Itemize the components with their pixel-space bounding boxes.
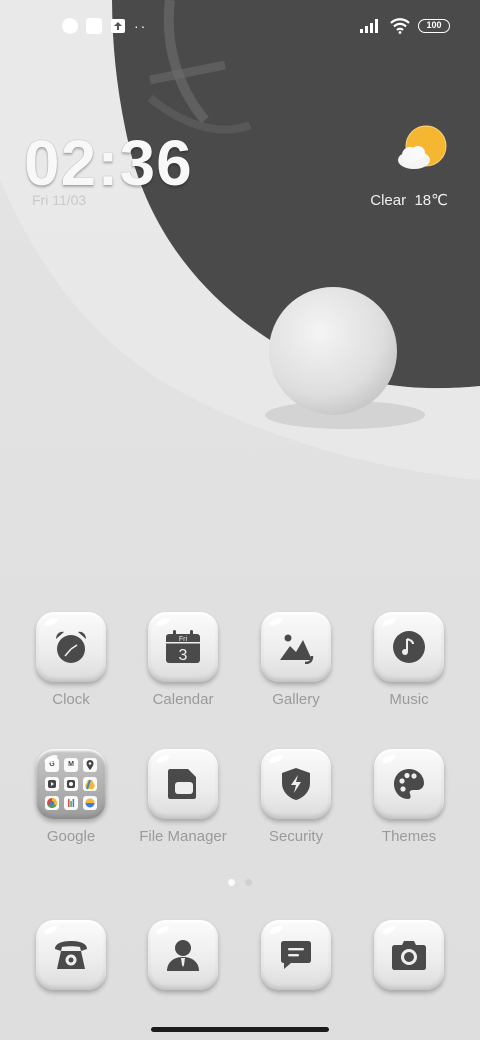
notification-app-icon — [62, 18, 78, 34]
map-pin-icon — [83, 758, 97, 772]
music-note-icon — [393, 631, 425, 663]
app-tile[interactable] — [261, 612, 331, 682]
app-tile[interactable] — [36, 920, 106, 990]
shield-bolt-icon — [282, 768, 310, 800]
alarm-clock-icon — [56, 631, 86, 663]
app-folder-google[interactable]: G M Google — [15, 749, 127, 845]
chrome-icon — [45, 796, 59, 810]
upload-icon — [111, 19, 125, 33]
dock-contacts[interactable] — [127, 920, 239, 990]
calendar-icon: Fri 3 — [166, 630, 200, 664]
app-tile[interactable] — [148, 920, 218, 990]
phone-icon — [55, 941, 87, 969]
app-label: Security — [268, 828, 324, 845]
app-label: Calendar — [152, 691, 214, 708]
folder-mini-app: G — [45, 758, 59, 772]
app-security[interactable]: Security — [240, 749, 352, 845]
clock-time: 02:36 — [24, 127, 193, 199]
app-tile[interactable] — [261, 749, 331, 819]
home-indicator[interactable] — [151, 1027, 329, 1032]
calendar-date: 3 — [179, 647, 188, 664]
app-tile[interactable] — [374, 612, 444, 682]
palette-icon — [394, 769, 424, 799]
weather-widget[interactable]: Clear 18℃ — [370, 124, 448, 209]
app-gallery[interactable]: Gallery — [240, 612, 352, 708]
app-tile[interactable] — [261, 920, 331, 990]
app-tile[interactable]: Fri 3 — [148, 612, 218, 682]
app-tile[interactable] — [36, 612, 106, 682]
app-calendar[interactable]: Fri 3 Calendar — [127, 612, 239, 708]
status-left: ·· — [62, 18, 147, 34]
status-bar: ·· 100 — [0, 0, 480, 56]
dock-camera[interactable] — [353, 920, 465, 990]
message-bubble-icon — [281, 941, 311, 969]
clock-widget[interactable]: 02:36 Fri 11/03 — [24, 128, 193, 208]
app-tile[interactable] — [374, 920, 444, 990]
folder-mini-app: M — [64, 758, 78, 772]
folder-icon: G M — [45, 758, 97, 810]
app-file-manager[interactable]: File Manager — [127, 749, 239, 845]
overflow-indicator: ·· — [134, 18, 148, 34]
app-label: Clock — [52, 691, 90, 708]
status-right: 100 — [360, 18, 450, 34]
dock-phone[interactable] — [15, 920, 127, 990]
signal-icon — [360, 19, 378, 33]
app-label: Google — [46, 828, 96, 845]
app-label: Music — [389, 691, 429, 708]
page-dot-active[interactable] — [228, 879, 235, 886]
folder-file-icon — [168, 769, 196, 799]
app-label: Gallery — [272, 691, 320, 708]
google-tv-icon — [83, 796, 97, 810]
app-label: Themes — [381, 828, 437, 845]
page-dot[interactable] — [245, 879, 252, 886]
camera-icon — [392, 941, 426, 970]
app-themes[interactable]: Themes — [353, 749, 465, 845]
dock-messages[interactable] — [240, 920, 352, 990]
wifi-icon — [390, 18, 410, 34]
battery-icon: 100 — [418, 19, 450, 33]
app-music[interactable]: Music — [353, 612, 465, 708]
weather-temperature: 18℃ — [414, 192, 448, 209]
sun-behind-cloud-icon — [398, 125, 447, 169]
page-indicator — [228, 879, 252, 886]
folder-tile[interactable]: G M — [36, 749, 106, 819]
app-tile[interactable] — [374, 749, 444, 819]
play-store-icon — [45, 777, 59, 791]
app-label: File Manager — [139, 828, 227, 845]
weather-condition: Clear — [370, 192, 407, 209]
drive-icon — [83, 777, 97, 791]
calendar-day: Fri — [179, 636, 188, 643]
app-tile[interactable] — [148, 749, 218, 819]
weather-text: Clear 18℃ — [370, 191, 448, 209]
notification-square-icon — [86, 18, 102, 34]
photos-icon — [64, 777, 78, 791]
podcasts-icon — [64, 796, 78, 810]
app-clock[interactable]: Clock — [15, 612, 127, 708]
mountain-photo-icon — [280, 634, 314, 664]
contact-person-icon — [167, 940, 199, 971]
